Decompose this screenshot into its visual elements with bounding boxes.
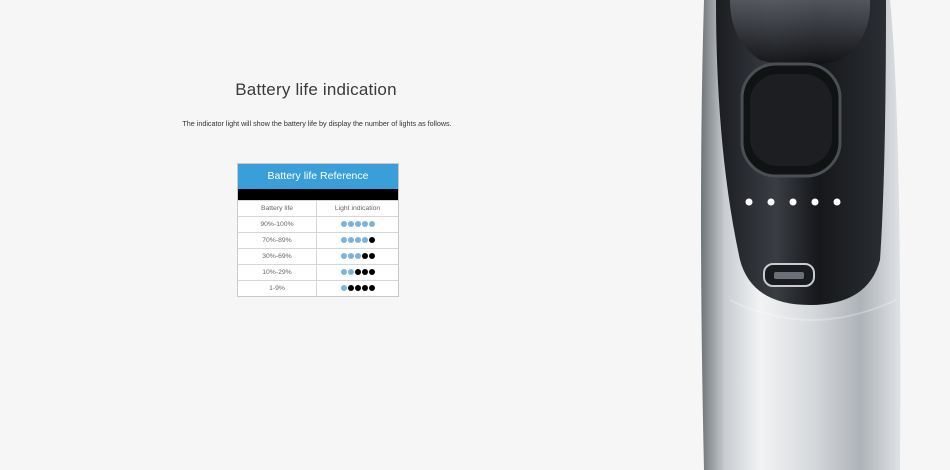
light-off-icon: [361, 285, 368, 292]
light-on-icon: [361, 221, 368, 228]
light-on-icon: [347, 237, 354, 244]
light-on-icon: [361, 237, 368, 244]
light-on-icon: [340, 221, 347, 228]
device-light-icon: [789, 198, 797, 206]
light-indication-cell: [316, 280, 398, 296]
page-heading: Battery life indication: [235, 80, 397, 99]
device-light-icon: [767, 198, 775, 206]
battery-reference-table: Battery life Reference Battery life Ligh…: [237, 163, 399, 297]
table-header-row: Battery life Light indication: [238, 200, 398, 217]
light-on-icon: [340, 285, 347, 292]
table-title: Battery life Reference: [238, 164, 398, 189]
column-header-battery-life: Battery life: [238, 200, 317, 217]
light-dots: [340, 285, 375, 292]
battery-range-cell: 10%-29%: [238, 264, 317, 281]
light-off-icon: [368, 253, 375, 260]
light-on-icon: [347, 253, 354, 260]
reference-grid: Battery life Light indication 90%-100% 70…: [238, 200, 398, 296]
table-row: 10%-29%: [238, 264, 398, 281]
light-indication-cell: [316, 232, 398, 249]
light-on-icon: [354, 253, 361, 260]
table-header-bar: [238, 189, 398, 200]
table-row: 1-9%: [238, 280, 398, 296]
light-off-icon: [354, 269, 361, 276]
table-body: 90%-100% 70%-89% 30%-69% 10%-29% 1-9%: [238, 216, 398, 296]
light-on-icon: [340, 237, 347, 244]
light-off-icon: [361, 253, 368, 260]
light-off-icon: [361, 269, 368, 276]
light-indication-cell: [316, 248, 398, 265]
light-dots: [340, 253, 375, 260]
light-dots: [340, 221, 375, 228]
column-header-light-indication: Light indication: [316, 200, 398, 217]
light-off-icon: [354, 285, 361, 292]
device-light-icon: [811, 198, 819, 206]
table-row: 70%-89%: [238, 232, 398, 249]
light-on-icon: [347, 269, 354, 276]
light-on-icon: [368, 221, 375, 228]
battery-range-cell: 1-9%: [238, 280, 317, 296]
light-indication-cell: [316, 216, 398, 233]
device-image: [701, 0, 901, 470]
light-off-icon: [368, 269, 375, 276]
table-row: 30%-69%: [238, 248, 398, 265]
light-off-icon: [347, 285, 354, 292]
light-on-icon: [340, 253, 347, 260]
light-on-icon: [340, 269, 347, 276]
light-indication-cell: [316, 264, 398, 281]
device-light-icon: [745, 198, 753, 206]
device-light-icon: [833, 198, 841, 206]
light-dots: [340, 237, 375, 244]
table-row: 90%-100%: [238, 216, 398, 233]
light-off-icon: [368, 237, 375, 244]
battery-range-cell: 90%-100%: [238, 216, 317, 233]
battery-range-cell: 30%-69%: [238, 248, 317, 265]
description-text: The indicator light will show the batter…: [182, 119, 452, 128]
light-on-icon: [354, 221, 361, 228]
light-off-icon: [368, 285, 375, 292]
light-on-icon: [354, 237, 361, 244]
battery-range-cell: 70%-89%: [238, 232, 317, 249]
light-on-icon: [347, 221, 354, 228]
light-dots: [340, 269, 375, 276]
